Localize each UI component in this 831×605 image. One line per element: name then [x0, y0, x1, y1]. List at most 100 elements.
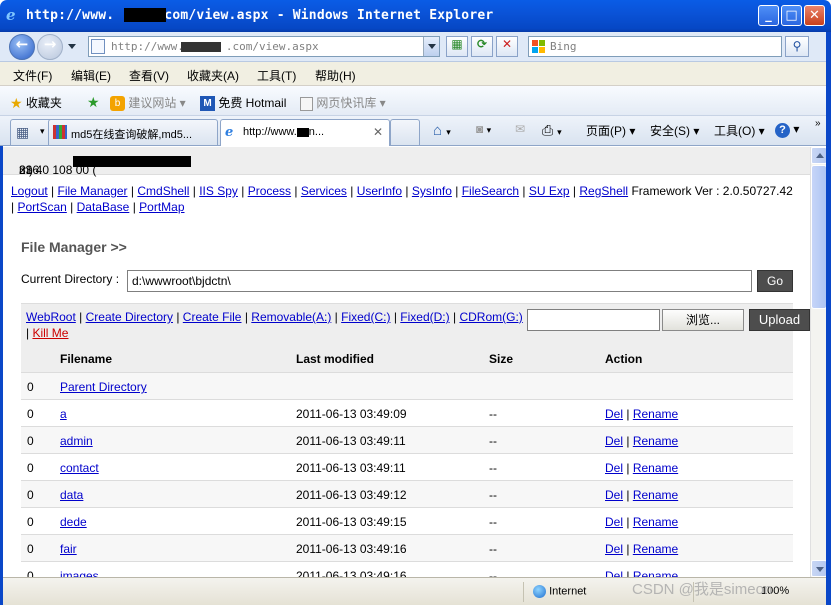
nav-portmap[interactable]: PortMap	[139, 200, 184, 214]
current-directory-input[interactable]: d:\wwwroot\bjdctn\	[127, 270, 752, 292]
delete-link[interactable]: Del	[605, 569, 623, 577]
scroll-thumb[interactable]	[811, 165, 827, 309]
rename-link[interactable]: Rename	[633, 542, 678, 556]
table-row: 0 Parent Directory	[21, 373, 793, 400]
chevron-icon[interactable]: »	[815, 118, 821, 129]
drive-a-link[interactable]: Removable(A:)	[251, 310, 331, 324]
kill-me-link[interactable]: Kill Me	[32, 326, 68, 340]
nav-regshell[interactable]: RegShell	[579, 184, 628, 198]
suggested-sites-button[interactable]: b 建议网站 ▾	[110, 94, 186, 112]
row-index: 0	[27, 407, 34, 421]
nav-file-manager[interactable]: File Manager	[58, 184, 128, 198]
nav-filesearch[interactable]: FileSearch	[462, 184, 519, 198]
go-button[interactable]: Go	[757, 270, 793, 292]
forward-button[interactable]: →	[37, 34, 63, 60]
refresh-icon[interactable]: ⟳	[471, 36, 493, 57]
nav-database[interactable]: DataBase	[77, 200, 130, 214]
tab-active[interactable]: e http://www. n... ✕	[220, 119, 390, 146]
rename-link[interactable]: Rename	[633, 569, 678, 577]
delete-link[interactable]: Del	[605, 407, 623, 421]
menu-tools[interactable]: 工具(T)	[257, 67, 296, 84]
menu-help[interactable]: 帮助(H)	[315, 67, 356, 84]
drive-g-link[interactable]: CDRom(G:)	[459, 310, 522, 324]
webroot-link[interactable]: WebRoot	[26, 310, 76, 324]
menu-favorites[interactable]: 收藏夹(A)	[187, 67, 239, 84]
safety-menu[interactable]: 安全(S) ▾	[650, 122, 699, 139]
address-input[interactable]: http://www. .com/view.aspx	[88, 36, 440, 57]
feeds-icon[interactable]: ◙ ▾	[476, 122, 491, 136]
parent-directory-link[interactable]: Parent Directory	[60, 380, 147, 394]
tab-list-dropdown-icon[interactable]: ▾	[40, 126, 45, 137]
new-tab-button[interactable]	[390, 119, 420, 145]
folder-link[interactable]: contact	[60, 461, 99, 475]
folder-link[interactable]: images	[60, 569, 99, 577]
delete-link[interactable]: Del	[605, 488, 623, 502]
rename-link[interactable]: Rename	[633, 407, 678, 421]
maximize-button[interactable]: □	[781, 5, 802, 26]
menu-view[interactable]: 查看(V)	[129, 67, 169, 84]
tab-md5[interactable]: md5在线查询破解,md5...	[48, 119, 218, 145]
page-content: 216. 33 40 108 00 (m) Logout | File Manag…	[0, 147, 810, 577]
separator: |	[623, 515, 633, 529]
drive-d-link[interactable]: Fixed(D:)	[400, 310, 449, 324]
scroll-up-button[interactable]	[811, 147, 827, 164]
nav-process[interactable]: Process	[248, 184, 291, 198]
compatibility-icon[interactable]: ▦	[446, 36, 468, 57]
nav-iis-spy[interactable]: IIS Spy	[199, 184, 238, 198]
upload-button[interactable]: Upload	[749, 309, 810, 331]
help-menu[interactable]: ? ▾	[775, 122, 799, 138]
nav-su-exp[interactable]: SU Exp	[529, 184, 570, 198]
search-button[interactable]: ⚲	[785, 36, 809, 57]
folder-link[interactable]: data	[60, 488, 83, 502]
nav-services[interactable]: Services	[301, 184, 347, 198]
history-dropdown-icon[interactable]	[68, 44, 76, 49]
nav-cmdshell[interactable]: CmdShell	[137, 184, 189, 198]
browse-button[interactable]: 浏览...	[662, 309, 744, 331]
address-dropdown-button[interactable]	[423, 37, 439, 56]
ie-logo-icon: e	[6, 6, 16, 24]
hotmail-link[interactable]: M 免费 Hotmail	[200, 94, 286, 112]
folder-link[interactable]: a	[60, 407, 67, 421]
nav-userinfo[interactable]: UserInfo	[357, 184, 402, 198]
search-icon: ⚲	[792, 39, 802, 53]
vertical-scrollbar[interactable]	[810, 147, 827, 577]
folder-link[interactable]: fair	[60, 542, 77, 556]
drive-c-link[interactable]: Fixed(C:)	[341, 310, 390, 324]
print-icon[interactable]: ⎙ ▾	[542, 122, 562, 139]
rename-link[interactable]: Rename	[633, 488, 678, 502]
read-mail-icon[interactable]: ✉	[515, 122, 525, 136]
menu-file[interactable]: 文件(F)	[13, 67, 52, 84]
close-tab-icon[interactable]: ✕	[373, 125, 383, 139]
minimize-button[interactable]: _	[758, 5, 779, 26]
folder-link[interactable]: dede	[60, 515, 87, 529]
favorites-button[interactable]: ★ 收藏夹	[10, 94, 62, 112]
stop-icon[interactable]: ✕	[496, 36, 518, 57]
rename-link[interactable]: Rename	[633, 461, 678, 475]
delete-link[interactable]: Del	[605, 515, 623, 529]
create-file-link[interactable]: Create File	[183, 310, 242, 324]
rename-link[interactable]: Rename	[633, 434, 678, 448]
home-icon[interactable]: ⌂ ▾	[433, 122, 451, 139]
web-slice-gallery-button[interactable]: 网页快讯库 ▾	[300, 94, 386, 111]
nav-sysinfo[interactable]: SysInfo	[412, 184, 452, 198]
add-favorite-icon[interactable]: ★	[87, 94, 100, 111]
delete-link[interactable]: Del	[605, 434, 623, 448]
close-window-button[interactable]: ✕	[804, 5, 825, 26]
menu-edit[interactable]: 编辑(E)	[71, 67, 111, 84]
col-size: Size	[489, 352, 514, 366]
tools-menu[interactable]: 工具(O) ▾	[714, 122, 765, 139]
nav-logout[interactable]: Logout	[11, 184, 48, 198]
search-input[interactable]: Bing	[528, 36, 782, 57]
upload-file-input[interactable]	[527, 309, 660, 331]
row-size: --	[489, 407, 497, 421]
scroll-down-button[interactable]	[811, 560, 827, 577]
create-directory-link[interactable]: Create Directory	[86, 310, 173, 324]
rename-link[interactable]: Rename	[633, 515, 678, 529]
delete-link[interactable]: Del	[605, 542, 623, 556]
back-button[interactable]: ←	[9, 34, 35, 60]
page-menu[interactable]: 页面(P) ▾	[586, 122, 635, 139]
folder-link[interactable]: admin	[60, 434, 93, 448]
nav-portscan[interactable]: PortScan	[17, 200, 66, 214]
row-index: 0	[27, 515, 34, 529]
delete-link[interactable]: Del	[605, 461, 623, 475]
